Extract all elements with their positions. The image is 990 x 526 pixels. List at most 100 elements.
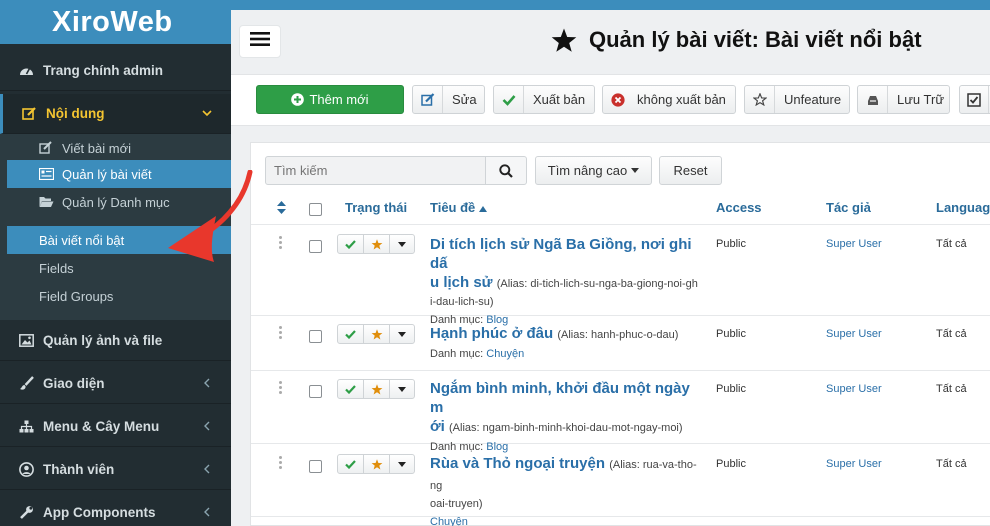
article-title-link[interactable]: Rùa và Thỏ ngoại truyện (Alias: rua-va-t… [430, 454, 700, 496]
actions-dropdown[interactable] [390, 325, 414, 343]
sidebar-subitem-label: Field Groups [39, 288, 114, 304]
title-line: ới [430, 418, 445, 435]
unfeature-button[interactable]: Unfeature [744, 85, 850, 114]
article-title-link[interactable]: Ngắm bình minh, khởi đầu một ngày m ới (… [430, 379, 700, 438]
sidebar-subitem-new-article[interactable]: Viết bài mới [0, 134, 231, 162]
drag-handle-icon[interactable] [279, 381, 283, 394]
advanced-search-button[interactable]: Tìm nâng cao [535, 156, 652, 185]
column-header-author[interactable]: Tác giả [826, 200, 871, 215]
publish-button-label: Xuất bản [533, 92, 586, 107]
author-link[interactable]: Super User [826, 328, 882, 340]
sidebar-item-label: Nội dung [46, 106, 105, 121]
published-toggle[interactable] [338, 380, 364, 398]
drag-handle-icon[interactable] [279, 326, 283, 339]
page-title-text: Quản lý bài viết: Bài viết nổi bật [589, 27, 922, 52]
sidebar-subitem-featured[interactable]: Bài viết nổi bật [7, 226, 231, 254]
sidebar-subitem-categories[interactable]: Quản lý Danh mục [0, 188, 231, 216]
column-header-status[interactable]: Trạng thái [345, 200, 407, 215]
star-outline-icon [745, 86, 775, 113]
author-link[interactable]: Super User [826, 238, 882, 250]
star-icon [371, 328, 382, 339]
sidebar: XiroWeb Trang chính admin Nội dung Viết … [0, 0, 231, 526]
article-title-cell: Rùa và Thỏ ngoại truyện (Alias: rua-va-t… [430, 454, 700, 526]
edit-button[interactable]: Sửa [412, 85, 485, 114]
article-alias-continued: oai-truyen) [430, 498, 483, 510]
sidebar-item-label: Quản lý ảnh và file [43, 333, 163, 348]
top-navbar [231, 0, 990, 10]
menu-toggle-button[interactable] [239, 25, 281, 58]
chevron-left-icon [201, 377, 213, 389]
category-link[interactable]: Chuyện [486, 348, 524, 360]
title-line: Rùa và Thỏ ngoại truyện [430, 455, 606, 472]
column-header-access[interactable]: Access [716, 200, 762, 215]
sort-asc-icon [478, 206, 487, 212]
drag-handle-icon[interactable] [279, 236, 283, 249]
times-circle-icon [603, 86, 633, 113]
sidebar-item-app-components[interactable]: App Components [0, 493, 231, 526]
new-button[interactable]: Thêm mới [256, 85, 404, 114]
app-window: XiroWeb Trang chính admin Nội dung Viết … [0, 0, 990, 526]
row-checkbox[interactable] [309, 460, 322, 473]
select-all-checkbox[interactable] [309, 203, 322, 216]
author-link[interactable]: Super User [826, 458, 882, 470]
check-square-icon [960, 86, 989, 113]
row-checkbox[interactable] [309, 385, 322, 398]
caret-down-icon [631, 168, 640, 173]
unpublish-button-label: không xuất bản [637, 92, 726, 107]
article-alias: (Alias: hanh-phuc-o-dau) [557, 329, 679, 341]
published-toggle[interactable] [338, 235, 364, 253]
featured-toggle[interactable] [364, 325, 390, 343]
publish-button[interactable]: Xuất bản [493, 85, 595, 114]
sidebar-submenu: Viết bài mới Quản lý bài viết Quản lý Da… [0, 134, 231, 320]
pencil-square-icon [38, 140, 54, 156]
row-checkbox[interactable] [309, 330, 322, 343]
advanced-search-label: Tìm nâng cao [547, 163, 628, 178]
search-button[interactable] [485, 156, 527, 185]
featured-toggle[interactable] [364, 455, 390, 473]
logo[interactable]: XiroWeb [0, 0, 231, 44]
actions-dropdown[interactable] [390, 235, 414, 253]
sidebar-subitem-manage-articles[interactable]: Quản lý bài viết [7, 160, 231, 188]
wrench-icon [18, 505, 34, 521]
page-title: Quản lý bài viết: Bài viết nổi bật [551, 27, 922, 53]
search-input[interactable] [265, 156, 486, 185]
table-row: Hạnh phúc ở đâu (Alias: hanh-phuc-o-dau)… [251, 317, 990, 371]
drag-handle-icon[interactable] [279, 456, 283, 469]
reset-button[interactable]: Reset [659, 156, 722, 185]
ordering-sort-icon[interactable] [277, 201, 286, 219]
edit-icon [413, 86, 443, 113]
sidebar-item-theme[interactable]: Giao diện [0, 364, 231, 404]
sidebar-item-dashboard[interactable]: Trang chính admin [0, 51, 231, 91]
page-header: Quản lý bài viết: Bài viết nổi bật [231, 10, 990, 74]
table-row: Rùa và Thỏ ngoại truyện (Alias: rua-va-t… [251, 445, 990, 526]
article-title-link[interactable]: Di tích lịch sử Ngã Ba Giồng, nơi ghi dấ… [430, 235, 700, 294]
column-header-title[interactable]: Tiêu đề [430, 200, 487, 215]
published-toggle[interactable] [338, 325, 364, 343]
article-title-link[interactable]: Hạnh phúc ở đâu (Alias: hanh-phuc-o-dau) [430, 324, 700, 345]
sidebar-item-content[interactable]: Nội dung [0, 94, 231, 134]
sidebar-item-users[interactable]: Thành viên [0, 450, 231, 490]
user-icon [18, 462, 34, 478]
column-header-language[interactable]: Language [936, 200, 990, 215]
row-checkbox[interactable] [309, 240, 322, 253]
featured-toggle[interactable] [364, 380, 390, 398]
sidebar-subitem-field-groups[interactable]: Field Groups [0, 282, 231, 310]
caret-down-icon [398, 386, 406, 392]
featured-toggle[interactable] [364, 235, 390, 253]
checkin-button[interactable] [959, 85, 990, 114]
title-line: Ngắm bình minh, khởi đầu một ngày m [430, 380, 690, 416]
column-header-title-label: Tiêu đề [430, 200, 476, 215]
category-link[interactable]: Chuyện [430, 516, 468, 526]
sidebar-item-media[interactable]: Quản lý ảnh và file [0, 321, 231, 361]
published-toggle[interactable] [338, 455, 364, 473]
sidebar-item-menu[interactable]: Menu & Cây Menu [0, 407, 231, 447]
archive-button[interactable]: Lưu Trữ [857, 85, 950, 114]
star-icon [371, 383, 382, 394]
actions-dropdown[interactable] [390, 380, 414, 398]
search-icon [499, 163, 513, 178]
sidebar-subitem-fields[interactable]: Fields [0, 254, 231, 282]
unpublish-button[interactable]: không xuất bản [602, 85, 736, 114]
author-link[interactable]: Super User [826, 383, 882, 395]
actions-dropdown[interactable] [390, 455, 414, 473]
caret-down-icon [398, 461, 406, 467]
